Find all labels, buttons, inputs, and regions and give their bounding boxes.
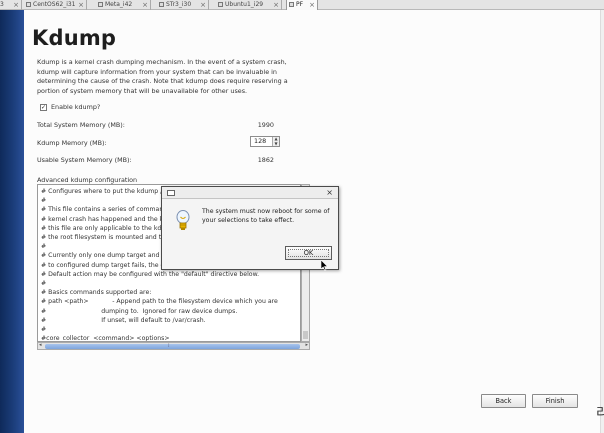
close-icon[interactable]: × [200,0,206,10]
installer-sidebar [0,10,24,433]
edge-glyph: 리 [596,406,604,421]
tab-label: STr3_i30 [166,1,192,8]
horizontal-scrollbar[interactable]: ◂ ⁞ ▸ [37,342,310,350]
vm-icon [26,2,31,7]
ok-button[interactable]: OK [285,246,332,260]
window-icon [167,190,175,196]
finish-button[interactable]: Finish [532,394,578,408]
dialog-message: The system must now reboot for some of y… [202,208,330,224]
usable-memory-label: Usable System Memory (MB): [37,156,132,164]
kdump-description: Kdump is a kernel crash dumping mechanis… [37,58,288,95]
tab-centos[interactable]: CentOS62_i31 × [24,0,87,10]
vm-icon [159,2,164,7]
scroll-left-icon[interactable]: ◂ [39,342,42,348]
close-icon[interactable]: × [273,0,279,10]
total-memory-label: Total System Memory (MB): [37,121,125,129]
focus-ring [288,249,329,257]
mouse-pointer-icon [321,260,329,271]
enable-kdump-row[interactable]: ✓ Enable kdump? [40,103,100,111]
tab-prev-partial[interactable]: 3 × [0,0,22,10]
close-icon[interactable]: × [326,187,333,198]
close-icon[interactable]: × [13,0,19,10]
kdump-memory-spinner[interactable]: 128 ▲ ▼ [250,136,280,147]
spinner-arrows-icon[interactable]: ▲ ▼ [272,136,279,146]
close-icon[interactable]: × [309,0,315,10]
tab-label: PF [296,1,304,8]
vm-icon [289,2,294,7]
usable-memory-value: 1862 [257,156,274,164]
tab-prev-label: 3 [0,1,4,8]
reboot-dialog: × The system must now reboot for some of… [161,186,339,270]
back-button[interactable]: Back [481,394,526,408]
tab-str3[interactable]: STr3_i30 × [157,0,209,10]
vertical-scroll-thumb[interactable] [303,331,308,339]
tab-label: Meta_i42 [105,1,133,8]
dialog-titlebar[interactable]: × [162,187,338,199]
tab-label: Ubuntu1_i29 [225,1,264,8]
lightbulb-icon [176,210,190,230]
enable-kdump-label: Enable kdump? [51,103,101,111]
enable-kdump-checkbox[interactable]: ✓ [40,103,47,111]
scroll-right-icon[interactable]: ▸ [305,342,308,348]
tab-strip: 3 × CentOS62_i31 × Meta_i42 × STr3_i30 ×… [0,0,604,10]
tab-meta[interactable]: Meta_i42 × [96,0,151,10]
kdump-memory-value[interactable]: 128 [254,137,266,145]
tab-pf[interactable]: PF × [286,0,318,10]
close-icon[interactable]: × [78,0,84,10]
tab-ubuntu[interactable]: Ubuntu1_i29 × [216,0,282,10]
scroll-grip-icon: ⁞ [168,343,170,349]
vm-icon [98,2,103,7]
page-title: Kdump [32,26,117,50]
tab-label: CentOS62_i31 [33,1,76,8]
advanced-config-label: Advanced kdump configuration [37,176,138,184]
vm-icon [218,2,223,7]
kdump-memory-label: Kdump Memory (MB): [37,139,107,147]
horizontal-scroll-thumb[interactable] [45,344,300,349]
right-edge [600,10,604,433]
close-icon[interactable]: × [142,0,148,10]
total-memory-value: 1990 [257,121,274,129]
